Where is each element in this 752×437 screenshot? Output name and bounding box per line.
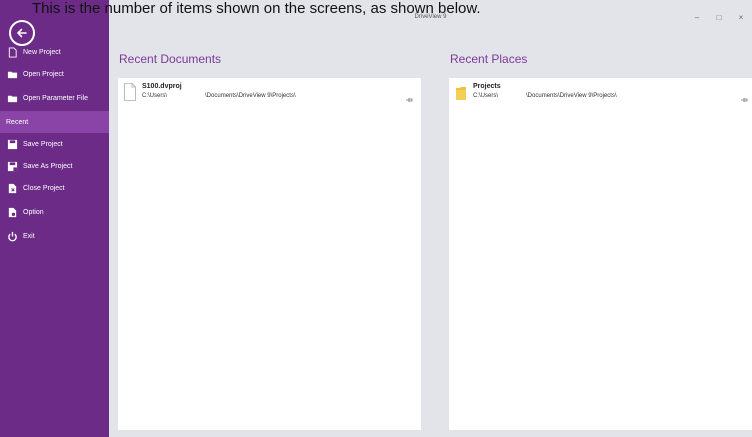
caption-text: This is the number of items shown on the…	[32, 0, 481, 17]
document-path: C:\Users\ \Documents\DriveView 9\Projects…	[142, 93, 296, 99]
recent-documents-panel: S100.dvproj C:\Users\ \Documents\DriveVie…	[118, 78, 421, 430]
place-path: C:\Users\ \Documents\DriveView 9\Projects…	[473, 93, 617, 99]
sidebar-item-label: Open Parameter File	[23, 94, 88, 102]
sidebar: New Project Open Project Open Parameter …	[0, 0, 109, 437]
sidebar-item-label: Close Project	[23, 184, 65, 192]
sidebar-item-new-project[interactable]: New Project	[0, 41, 109, 63]
list-item[interactable]: Projects C:\Users\ \Documents\DriveView 9…	[455, 83, 748, 109]
sidebar-item-close-project[interactable]: Close Project	[0, 177, 109, 199]
document-name: S100.dvproj	[142, 83, 182, 90]
pin-icon	[406, 98, 413, 102]
place-name: Projects	[473, 83, 501, 90]
document-icon	[124, 83, 136, 101]
sidebar-item-label: Save Project	[23, 140, 63, 148]
recent-documents-title: Recent Documents	[119, 52, 222, 66]
sidebar-item-open-parameter-file[interactable]: Open Parameter File	[0, 85, 109, 111]
sidebar-item-label: Save As Project	[23, 162, 73, 170]
sidebar-menu: New Project Open Project Open Parameter …	[0, 41, 109, 247]
sidebar-item-label: Recent	[6, 118, 29, 126]
folder-open-icon	[6, 68, 18, 80]
sidebar-item-exit[interactable]: Exit	[0, 225, 109, 247]
power-icon	[6, 230, 18, 242]
sidebar-item-label: Exit	[23, 232, 35, 240]
pin-button[interactable]	[740, 91, 750, 102]
save-icon	[6, 138, 18, 150]
list-item[interactable]: S100.dvproj C:\Users\ \Documents\DriveVie…	[124, 83, 415, 109]
sidebar-item-recent[interactable]: Recent	[0, 111, 109, 133]
new-file-icon	[6, 46, 18, 58]
folder-icon	[456, 87, 466, 100]
sidebar-item-save-as-project[interactable]: Save As Project	[0, 155, 109, 177]
sidebar-item-label: Option	[23, 208, 44, 216]
folder-open-icon	[6, 92, 18, 104]
sidebar-item-save-project[interactable]: Save Project	[0, 133, 109, 155]
pin-button[interactable]	[405, 91, 415, 102]
sidebar-item-label: New Project	[23, 48, 61, 56]
sidebar-item-label: Open Project	[23, 70, 64, 78]
recent-places-title: Recent Places	[450, 52, 528, 66]
option-icon	[6, 206, 18, 218]
pin-icon	[741, 98, 748, 102]
save-as-icon	[6, 160, 18, 172]
app-window: This is the number of items shown on the…	[0, 0, 752, 437]
close-file-icon	[6, 182, 18, 194]
arrow-left-icon	[17, 28, 27, 38]
recent-places-panel: Projects C:\Users\ \Documents\DriveView 9…	[449, 78, 752, 430]
sidebar-item-open-project[interactable]: Open Project	[0, 63, 109, 85]
sidebar-item-option[interactable]: Option	[0, 199, 109, 225]
